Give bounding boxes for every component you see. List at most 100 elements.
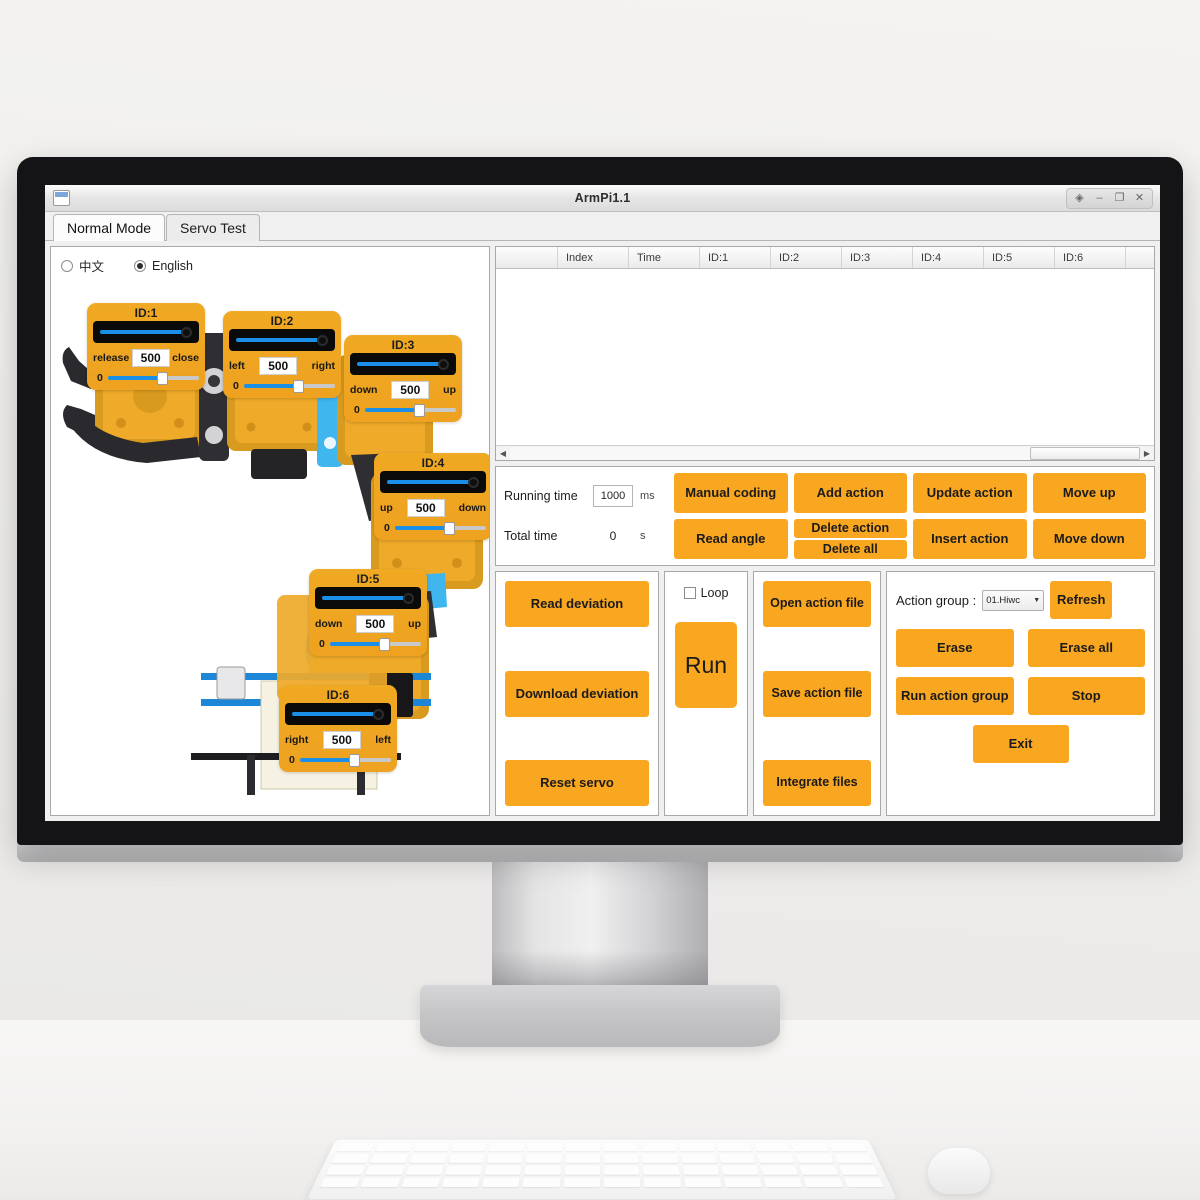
table-header-index[interactable]: Index [558, 247, 629, 268]
read-angle-button[interactable]: Read angle [674, 519, 788, 559]
servo-2-deviation-slider[interactable] [243, 379, 335, 393]
delete-action-button[interactable]: Delete action [793, 519, 907, 538]
servo-card-1[interactable]: ID:1 release 500 close 0 [87, 303, 205, 390]
move-up-button[interactable]: Move up [1032, 473, 1146, 513]
table-header-id5[interactable]: ID:5 [984, 247, 1055, 268]
servo-6-deviation-handle[interactable] [348, 753, 360, 767]
table-header-id3[interactable]: ID:3 [842, 247, 913, 268]
exit-button[interactable]: Exit [972, 725, 1069, 763]
action-group-dropdown[interactable]: 01.Hiwc ▼ [982, 589, 1045, 611]
servo-6-knob[interactable] [373, 708, 384, 720]
run-action-group-button[interactable]: Run action group [896, 677, 1014, 715]
servo-1-deviation-slider[interactable] [107, 371, 199, 385]
keyboard-key [489, 1143, 525, 1152]
servo-4-value[interactable]: 500 [406, 499, 445, 517]
refresh-button[interactable]: Refresh [1050, 581, 1113, 619]
servo-3-value[interactable]: 500 [391, 381, 430, 399]
servo-3-deviation-slider[interactable] [364, 403, 456, 417]
language-option-english[interactable]: English [134, 259, 193, 273]
servo-2-deviation-handle[interactable] [292, 379, 304, 393]
table-header-id1[interactable]: ID:1 [700, 247, 771, 268]
keyboard-key [374, 1143, 413, 1152]
delete-all-button[interactable]: Delete all [793, 540, 907, 559]
erase-all-button[interactable]: Erase all [1027, 629, 1145, 667]
keyboard-key [319, 1177, 361, 1188]
servo-1-deviation-value: 0 [97, 372, 103, 384]
servo-2-knob[interactable] [317, 334, 328, 346]
table-header-id4[interactable]: ID:4 [913, 247, 984, 268]
servo-card-6[interactable]: ID:6 right 500 left 0 [279, 685, 397, 772]
update-action-button[interactable]: Update action [913, 473, 1027, 513]
servo-6-deviation-value: 0 [289, 754, 295, 766]
stop-button[interactable]: Stop [1027, 677, 1145, 715]
run-button[interactable]: Run [675, 622, 737, 708]
download-deviation-button[interactable]: Download deviation [505, 670, 649, 717]
delete-buttons-group: Delete action Delete all [793, 519, 907, 559]
servo-5-knob[interactable] [403, 592, 414, 604]
erase-button[interactable]: Erase [896, 629, 1014, 667]
loop-label: Loop [700, 586, 729, 600]
servo-6-position-slider[interactable] [285, 703, 391, 725]
running-time-input[interactable]: 1000 [593, 485, 633, 507]
keyboard-key [757, 1154, 795, 1163]
read-deviation-button[interactable]: Read deviation [505, 581, 649, 627]
servo-5-position-slider[interactable] [315, 587, 421, 609]
servo-3-knob[interactable] [438, 358, 449, 370]
deviation-panel: Read deviation Download deviation Reset … [495, 571, 659, 816]
scrollbar-track[interactable] [510, 446, 1140, 460]
insert-action-button[interactable]: Insert action [913, 519, 1027, 559]
servo-2-position-slider[interactable] [229, 329, 335, 351]
scrollbar-thumb[interactable] [1030, 446, 1140, 460]
servo-3-position-slider[interactable] [350, 353, 456, 375]
table-header-time[interactable]: Time [629, 247, 700, 268]
servo-3-deviation-fill [364, 408, 416, 412]
action-table-header: Index Time ID:1 ID:2 ID:3 ID:4 ID:5 ID:6 [496, 247, 1154, 269]
servo-5-value[interactable]: 500 [356, 615, 395, 633]
language-label-english: English [152, 258, 194, 273]
servo-5-deviation-slider[interactable] [329, 637, 421, 651]
reset-servo-button[interactable]: Reset servo [505, 760, 649, 806]
keyboard-key [833, 1154, 873, 1163]
servo-3-id: ID:3 [391, 338, 415, 352]
servo-6-deviation-slider[interactable] [299, 753, 391, 767]
add-action-button[interactable]: Add action [793, 473, 907, 513]
action-table-body[interactable] [496, 269, 1154, 445]
language-option-chinese[interactable]: 中文 [61, 256, 104, 275]
save-action-file-button[interactable]: Save action file [763, 670, 871, 717]
servo-1-deviation-handle[interactable] [156, 371, 168, 385]
table-header-id2[interactable]: ID:2 [771, 247, 842, 268]
servo-card-2[interactable]: ID:2 left 500 right 0 [223, 311, 341, 398]
servo-card-3[interactable]: ID:3 down 500 up 0 [344, 335, 462, 422]
move-down-button[interactable]: Move down [1032, 519, 1146, 559]
action-table-horizontal-scrollbar[interactable]: ◀ ▶ [496, 445, 1154, 460]
servo-1-knob[interactable] [181, 326, 192, 338]
keyboard-key [336, 1143, 375, 1152]
manual-coding-button[interactable]: Manual coding [674, 473, 788, 513]
servo-3-deviation-value: 0 [354, 404, 360, 416]
servo-1-position-slider[interactable] [93, 321, 199, 343]
servo-card-4[interactable]: ID:4 up 500 down 0 [374, 453, 489, 540]
servo-card-5[interactable]: ID:5 down 500 up 0 [309, 569, 427, 656]
language-label-chinese: 中文 [79, 260, 105, 274]
keyboard-key [641, 1143, 677, 1152]
servo-4-deviation-handle[interactable] [443, 521, 455, 535]
servo-4-deviation-slider[interactable] [394, 521, 486, 535]
scroll-right-icon[interactable]: ▶ [1140, 449, 1154, 458]
servo-4-position-slider[interactable] [380, 471, 486, 493]
servo-6-value[interactable]: 500 [322, 731, 361, 749]
servo-4-knob[interactable] [468, 476, 479, 488]
tab-servo-test[interactable]: Servo Test [166, 214, 260, 241]
action-table[interactable]: Index Time ID:1 ID:2 ID:3 ID:4 ID:5 ID:6… [495, 246, 1155, 461]
loop-checkbox[interactable] [683, 587, 696, 599]
servo-5-right-label: up [408, 618, 421, 630]
loop-toggle[interactable]: Loop [683, 586, 729, 600]
servo-5-deviation-handle[interactable] [378, 637, 390, 651]
scroll-left-icon[interactable]: ◀ [496, 449, 510, 458]
open-action-file-button[interactable]: Open action file [763, 581, 871, 627]
servo-1-value[interactable]: 500 [131, 349, 170, 367]
integrate-files-button[interactable]: Integrate files [763, 760, 871, 806]
table-header-id6[interactable]: ID:6 [1055, 247, 1126, 268]
servo-2-value[interactable]: 500 [259, 357, 298, 375]
tab-normal-mode[interactable]: Normal Mode [53, 214, 166, 241]
servo-3-deviation-handle[interactable] [413, 403, 425, 417]
